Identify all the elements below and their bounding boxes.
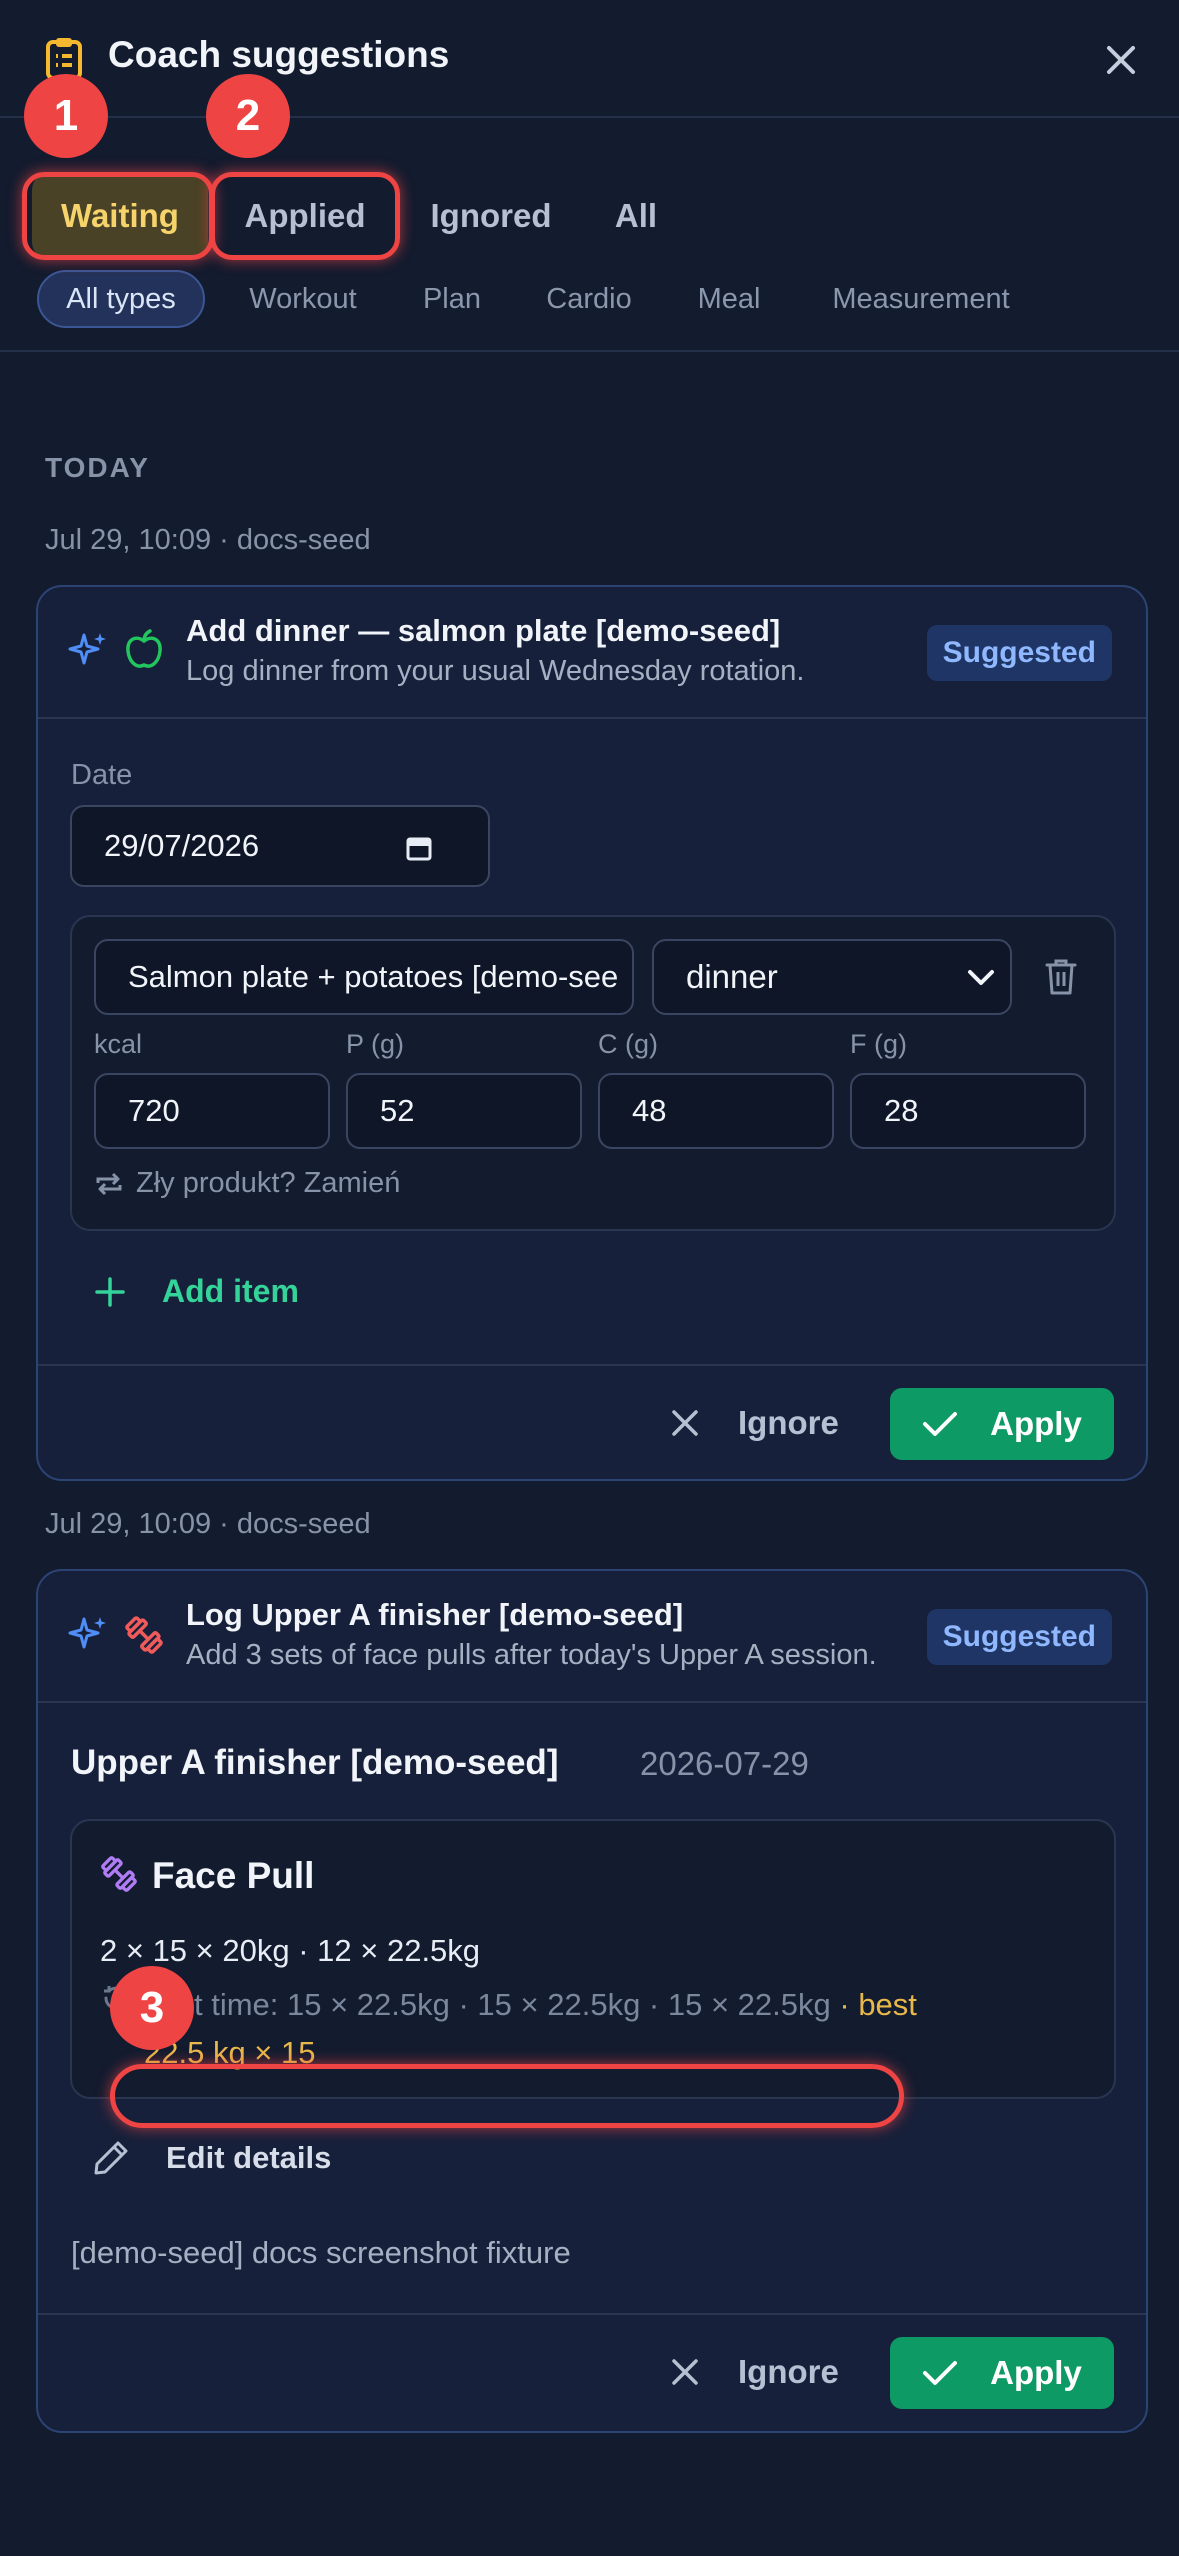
filter-meal[interactable]: Meal xyxy=(676,270,782,328)
header: Coach suggestions xyxy=(0,0,1179,118)
kcal-field[interactable]: 720 xyxy=(94,1073,330,1149)
card-header: Log Upper A finisher [demo-seed] Add 3 s… xyxy=(38,1571,1146,1703)
status-badge: Suggested xyxy=(926,1609,1112,1665)
suggestion-meta: Jul 29, 10:09 · docs-seed xyxy=(45,1508,371,1540)
swap-product-link[interactable]: Zły produkt? Zamień xyxy=(94,1167,400,1200)
carbs-label: C (g) xyxy=(598,1029,658,1059)
suggestion-meta: Jul 29, 10:09 · docs-seed xyxy=(45,524,371,556)
apply-label: Apply xyxy=(990,2354,1082,2391)
card-footer: Ignore Apply xyxy=(38,1364,1146,1479)
meal-item-box: Salmon plate + potatoes [demo-seed] dinn… xyxy=(70,915,1116,1231)
card-title: Log Upper A finisher [demo-seed] xyxy=(186,1597,684,1632)
dumbbell-icon xyxy=(125,1616,163,1654)
annotation-highlight-3 xyxy=(110,2064,904,2128)
protein-value: 52 xyxy=(380,1093,415,1128)
filter-workout[interactable]: Workout xyxy=(228,270,378,328)
section-label-today: TODAY xyxy=(45,452,150,483)
fat-value: 28 xyxy=(884,1093,919,1128)
edit-details-label: Edit details xyxy=(166,2140,332,2175)
close-icon xyxy=(672,1410,698,1436)
meal-type-select[interactable]: dinner xyxy=(652,939,1012,1015)
date-value: 29/07/2026 xyxy=(104,828,260,863)
suggestion-card-workout: Log Upper A finisher [demo-seed] Add 3 s… xyxy=(36,1569,1148,2433)
sparkles-icon xyxy=(68,1617,106,1649)
protein-label: P (g) xyxy=(346,1029,405,1059)
add-item-label: Add item xyxy=(162,1273,299,1309)
close-icon[interactable] xyxy=(1103,42,1139,78)
fat-field[interactable]: 28 xyxy=(850,1073,1086,1149)
calendar-icon[interactable] xyxy=(406,835,432,861)
filter-measurement[interactable]: Measurement xyxy=(806,270,1036,328)
apply-button[interactable]: Apply xyxy=(890,1388,1114,1460)
annotation-highlight-1 xyxy=(22,172,214,260)
filter-plan[interactable]: Plan xyxy=(402,270,502,328)
apply-label: Apply xyxy=(990,1405,1082,1442)
annotation-marker-3: 3 xyxy=(110,1966,194,2050)
tab-ignored[interactable]: Ignored xyxy=(410,172,572,260)
apple-icon xyxy=(126,629,162,668)
filter-cardio[interactable]: Cardio xyxy=(524,270,654,328)
card-subtitle: Log dinner from your usual Wednesday rot… xyxy=(186,655,805,687)
filter-all-types[interactable]: All types xyxy=(37,270,205,328)
annotation-marker-2: 2 xyxy=(206,74,290,158)
plus-icon xyxy=(95,1276,125,1307)
last-time-value: Last time: 15 × 22.5kg · 15 × 22.5kg · 1… xyxy=(144,1987,831,2022)
card-header: Add dinner — salmon plate [demo-seed] Lo… xyxy=(38,587,1146,719)
suggestion-note: [demo-seed] docs screenshot fixture xyxy=(71,2235,571,2270)
check-icon xyxy=(923,1412,958,1436)
workout-date: 2026-07-29 xyxy=(640,1745,809,1782)
apply-button[interactable]: Apply xyxy=(890,2337,1114,2409)
ignore-label: Ignore xyxy=(738,1404,839,1441)
fat-label: F (g) xyxy=(850,1029,907,1059)
ignore-button[interactable]: Ignore xyxy=(670,1404,839,1442)
check-icon xyxy=(923,2361,958,2385)
carbs-field[interactable]: 48 xyxy=(598,1073,834,1149)
trash-icon[interactable] xyxy=(1044,957,1078,997)
ignore-label: Ignore xyxy=(738,2353,839,2390)
divider xyxy=(0,350,1179,352)
exercise-sets: 2 × 15 × 20kg · 12 × 22.5kg xyxy=(100,1933,481,1968)
pencil-icon xyxy=(94,2141,128,2175)
date-label: Date xyxy=(71,759,133,791)
sparkles-icon xyxy=(68,633,106,665)
item-name-value: Salmon plate + potatoes [demo-seed] xyxy=(128,959,618,994)
tab-all[interactable]: All xyxy=(598,172,674,260)
best-label: · best xyxy=(830,1987,917,2022)
close-icon xyxy=(672,2359,698,2385)
dumbbell-icon xyxy=(101,1856,137,1892)
card-footer: Ignore Apply xyxy=(38,2313,1146,2431)
page-title: Coach suggestions xyxy=(108,34,450,75)
meal-type-value: dinner xyxy=(686,958,778,995)
last-time-text: Last time: 15 × 22.5kg · 15 × 22.5kg · 1… xyxy=(144,1981,1104,2029)
ignore-button[interactable]: Ignore xyxy=(670,2353,839,2391)
exercise-box: Face Pull 2 × 15 × 20kg · 12 × 22.5kg La… xyxy=(70,1819,1116,2099)
annotation-highlight-2 xyxy=(210,172,400,260)
add-item-button[interactable]: Add item xyxy=(94,1273,299,1310)
kcal-value: 720 xyxy=(128,1093,180,1128)
carbs-value: 48 xyxy=(632,1093,667,1128)
annotation-marker-1: 1 xyxy=(24,74,108,158)
chevron-down-icon xyxy=(968,970,994,985)
swap-icon xyxy=(96,1172,122,1195)
item-name-field[interactable]: Salmon plate + potatoes [demo-seed] xyxy=(94,939,634,1015)
status-badge: Suggested xyxy=(926,625,1112,681)
card-title: Add dinner — salmon plate [demo-seed] xyxy=(186,613,781,648)
swap-text: Zły produkt? Zamień xyxy=(136,1167,401,1199)
kcal-label: kcal xyxy=(94,1029,143,1059)
date-field[interactable]: 29/07/2026 xyxy=(70,805,490,887)
exercise-name: Face Pull xyxy=(152,1855,315,1896)
edit-details-button[interactable]: Edit details xyxy=(92,2139,331,2177)
protein-field[interactable]: 52 xyxy=(346,1073,582,1149)
card-subtitle: Add 3 sets of face pulls after today's U… xyxy=(186,1639,877,1671)
workout-title: Upper A finisher [demo-seed] xyxy=(71,1743,559,1782)
suggestion-card-meal: Add dinner — salmon plate [demo-seed] Lo… xyxy=(36,585,1148,1481)
